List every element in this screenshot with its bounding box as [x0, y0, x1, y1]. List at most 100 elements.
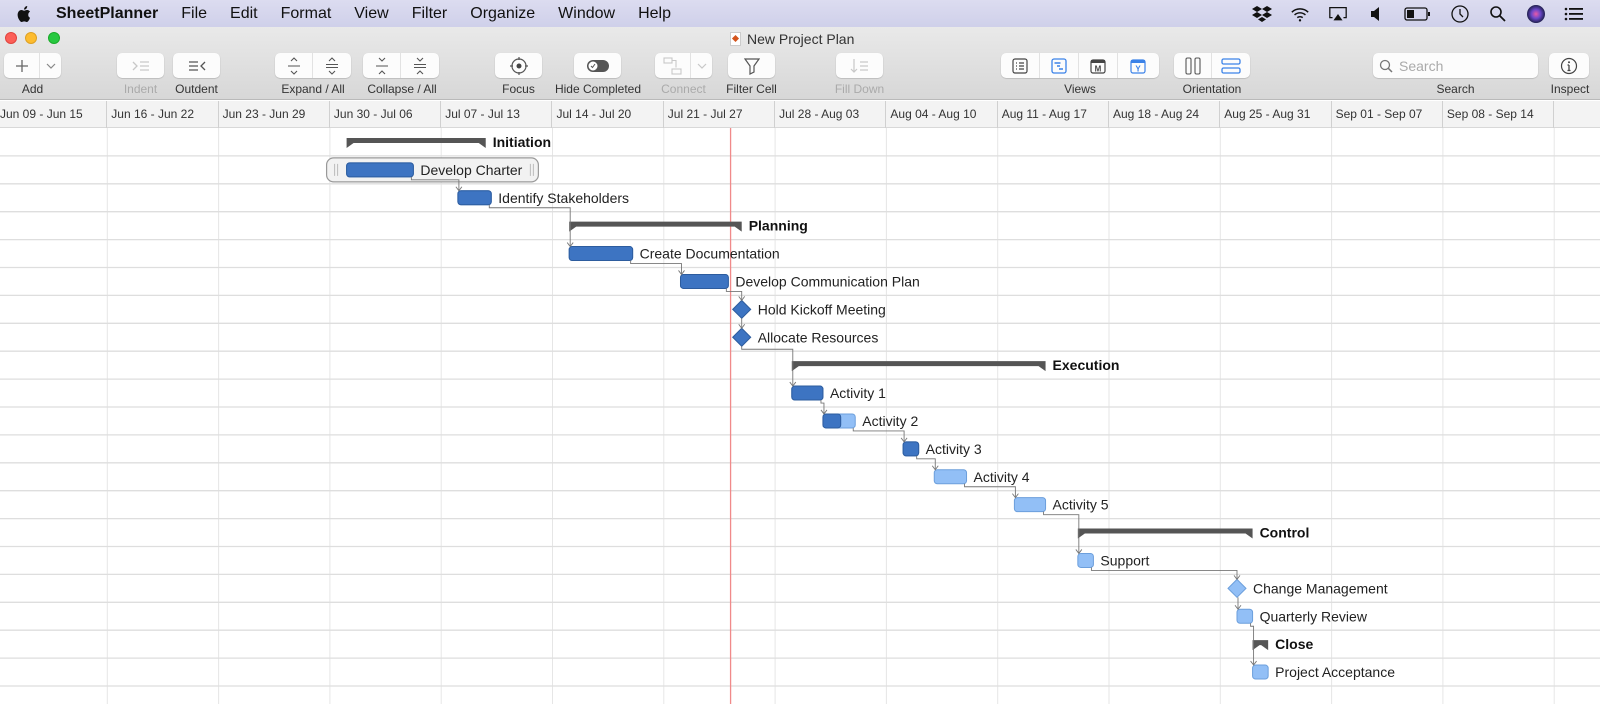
week-column-header: Jun 30 - Jul 06 [330, 101, 442, 128]
collapse-button[interactable] [363, 53, 401, 78]
week-column-header: Sep 01 - Sep 07 [1332, 101, 1443, 128]
task-label[interactable]: Activity 4 [974, 469, 1030, 485]
task-label[interactable]: Create Documentation [640, 246, 780, 262]
volume-icon[interactable] [1366, 5, 1386, 23]
connect-dropdown-button[interactable] [691, 53, 712, 78]
milestone-diamond[interactable] [732, 299, 752, 320]
hide-completed-button[interactable] [574, 53, 621, 78]
dependency-connector[interactable] [488, 204, 571, 247]
task-bar[interactable] [1077, 552, 1094, 568]
menu-file[interactable]: File [181, 5, 207, 23]
menu-app-name[interactable]: SheetPlanner [56, 5, 158, 23]
zoom-window-button[interactable] [48, 32, 60, 44]
task-bar[interactable] [1013, 497, 1047, 513]
task-label[interactable]: Develop Communication Plan [735, 273, 919, 289]
connect-button[interactable] [655, 53, 691, 78]
group-summary-bar[interactable] [346, 137, 486, 148]
dependency-connector[interactable] [1043, 511, 1080, 554]
expand-all-button[interactable] [313, 53, 351, 78]
airplay-icon[interactable] [1328, 5, 1348, 23]
fill-down-icon [850, 58, 868, 73]
group-summary-bar[interactable] [791, 361, 1046, 372]
apple-menu-icon[interactable] [16, 5, 38, 23]
dependency-connector[interactable] [1090, 567, 1238, 580]
minimize-window-button[interactable] [25, 32, 37, 44]
collapse-all-button[interactable] [401, 53, 439, 78]
fill-down-button[interactable] [836, 53, 883, 78]
task-label[interactable]: Project Acceptance [1275, 664, 1395, 680]
menu-organize[interactable]: Organize [470, 5, 535, 23]
expand-button-group [275, 53, 351, 78]
add-button[interactable] [4, 53, 40, 78]
task-label[interactable]: Activity 1 [830, 385, 886, 401]
group-summary-bar[interactable] [1077, 528, 1253, 539]
task-label[interactable]: Activity 2 [862, 413, 918, 429]
dependency-connector[interactable] [741, 346, 794, 387]
connect-label: Connect [661, 82, 706, 96]
search-label: Search [1436, 82, 1475, 96]
milestone-label[interactable]: Hold Kickoff Meeting [758, 301, 886, 317]
group-summary-bar[interactable] [1252, 640, 1269, 651]
notification-center-icon[interactable] [1564, 5, 1584, 23]
window-title: New Project Plan [730, 31, 854, 47]
collapse-label: Collapse / All [367, 82, 437, 96]
menu-view[interactable]: View [354, 5, 388, 23]
menu-window[interactable]: Window [558, 5, 615, 23]
task-bar[interactable] [933, 469, 968, 485]
time-machine-icon[interactable] [1450, 4, 1470, 23]
filter-cell-button[interactable] [728, 53, 775, 78]
inspect-button[interactable] [1549, 53, 1589, 78]
month-view-button[interactable]: M [1079, 53, 1118, 78]
task-bar[interactable] [1252, 664, 1269, 680]
close-window-button[interactable] [5, 32, 17, 44]
outline-view-icon [1012, 57, 1028, 74]
vertical-orientation-button[interactable] [1174, 53, 1212, 78]
expand-label: Expand / All [281, 82, 345, 96]
milestone-diamond[interactable] [1227, 578, 1247, 599]
indent-button[interactable] [117, 53, 164, 78]
milestone-label[interactable]: Allocate Resources [758, 329, 879, 345]
search-field[interactable] [1373, 53, 1538, 78]
expand-button[interactable] [275, 53, 313, 78]
group-label[interactable]: Close [1275, 636, 1313, 652]
week-column-header: Jul 21 - Jul 27 [664, 101, 776, 128]
battery-icon[interactable] [1404, 5, 1432, 23]
dependency-connector[interactable] [1250, 623, 1255, 666]
siri-icon[interactable] [1526, 4, 1546, 23]
group-label[interactable]: Execution [1053, 357, 1120, 373]
outline-view-button[interactable] [1001, 53, 1040, 78]
task-label[interactable]: Develop Charter [420, 162, 522, 178]
group-label[interactable]: Initiation [493, 134, 551, 150]
milestone-diamond[interactable] [732, 327, 752, 347]
task-label[interactable]: Quarterly Review [1260, 608, 1368, 624]
gantt-view-icon [1051, 57, 1067, 74]
year-view-button[interactable]: Y [1118, 53, 1157, 78]
week-column-header: Aug 11 - Aug 17 [998, 101, 1109, 128]
outdent-label: Outdent [175, 82, 218, 96]
task-label[interactable]: Activity 5 [1053, 497, 1109, 513]
week-column-header: Sep 08 - Sep 14 [1443, 101, 1555, 128]
milestone-label[interactable]: Change Management [1253, 580, 1388, 596]
dropbox-icon[interactable] [1252, 5, 1272, 23]
menu-filter[interactable]: Filter [412, 5, 448, 23]
task-label[interactable]: Activity 3 [926, 441, 982, 457]
group-summary-bar[interactable] [569, 221, 742, 232]
wifi-icon[interactable] [1290, 5, 1310, 23]
search-input[interactable] [1399, 57, 1529, 74]
menu-edit[interactable]: Edit [230, 5, 258, 23]
group-label[interactable]: Control [1260, 525, 1310, 541]
task-label[interactable]: Identify Stakeholders [498, 190, 629, 206]
task-bar[interactable] [1236, 608, 1254, 624]
task-label[interactable]: Support [1100, 552, 1149, 568]
menu-help[interactable]: Help [638, 5, 671, 23]
outdent-button[interactable] [173, 53, 220, 78]
horizontal-orientation-button[interactable] [1212, 53, 1250, 78]
spotlight-search-icon[interactable] [1488, 5, 1508, 23]
gantt-chart: Initiation Develop Charter Identify Stakeh… [0, 128, 1600, 704]
add-dropdown-button[interactable] [40, 53, 61, 78]
dependency-connector[interactable] [725, 288, 743, 301]
group-label[interactable]: Planning [749, 218, 808, 234]
menu-format[interactable]: Format [281, 5, 332, 23]
focus-button[interactable] [495, 53, 542, 78]
gantt-view-button[interactable] [1040, 53, 1079, 78]
